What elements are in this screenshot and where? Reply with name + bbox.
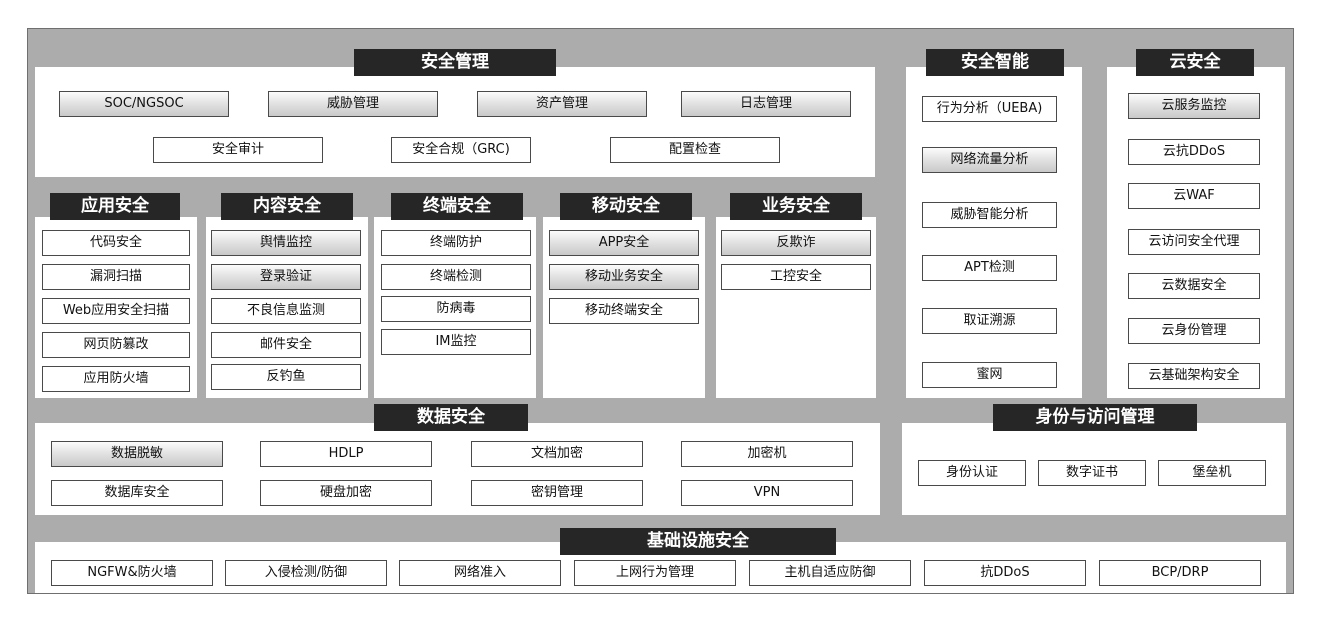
infrastructure-security-item: NGFW&防火墙 <box>51 560 213 586</box>
infrastructure-security-title: 基础设施安全 <box>560 528 836 555</box>
app-security-item: Web应用安全扫描 <box>42 298 190 324</box>
cloud-security-item: 云WAF <box>1128 183 1260 209</box>
app-security-item: 网页防篡改 <box>42 332 190 358</box>
endpoint-security-item: 终端防护 <box>381 230 531 256</box>
cloud-security-item: 云身份管理 <box>1128 318 1260 344</box>
identity-access-item: 堡垒机 <box>1158 460 1266 486</box>
infrastructure-security-item: 入侵检测/防御 <box>225 560 387 586</box>
mobile-security-item: APP安全 <box>549 230 699 256</box>
mobile-security-title: 移动安全 <box>560 193 692 220</box>
security-management-item: 威胁管理 <box>268 91 438 117</box>
security-management-item: SOC/NGSOC <box>59 91 229 117</box>
security-management-item: 配置检查 <box>610 137 780 163</box>
identity-access-item: 身份认证 <box>918 460 1026 486</box>
infrastructure-security-item: 主机自适应防御 <box>749 560 911 586</box>
security-intelligence-item: 威胁智能分析 <box>922 202 1057 228</box>
content-security-item: 反钓鱼 <box>211 364 361 390</box>
security-intelligence-item: APT检测 <box>922 255 1057 281</box>
security-management-item: 安全审计 <box>153 137 323 163</box>
content-security-title: 内容安全 <box>221 193 353 220</box>
security-intelligence-item: 网络流量分析 <box>922 147 1057 173</box>
endpoint-security-title: 终端安全 <box>391 193 523 220</box>
security-management-item: 安全合规（GRC) <box>391 137 531 163</box>
endpoint-security-item: IM监控 <box>381 329 531 355</box>
data-security-item: 硬盘加密 <box>260 480 432 506</box>
app-security-item: 代码安全 <box>42 230 190 256</box>
business-security-title: 业务安全 <box>730 193 862 220</box>
mobile-security-item: 移动业务安全 <box>549 264 699 290</box>
endpoint-security-item: 终端检测 <box>381 264 531 290</box>
security-intelligence-item: 行为分析（UEBA) <box>922 96 1057 122</box>
cloud-security-item: 云数据安全 <box>1128 273 1260 299</box>
infrastructure-security-item: 抗DDoS <box>924 560 1086 586</box>
endpoint-security-item: 防病毒 <box>381 296 531 322</box>
app-security-item: 漏洞扫描 <box>42 264 190 290</box>
app-security-title: 应用安全 <box>50 193 180 220</box>
security-management-title: 安全管理 <box>354 49 556 76</box>
infrastructure-security-item: 网络准入 <box>399 560 561 586</box>
content-security-item: 舆情监控 <box>211 230 361 256</box>
cloud-security-item: 云访问安全代理 <box>1128 229 1260 255</box>
data-security-item: 数据库安全 <box>51 480 223 506</box>
content-security-item: 不良信息监测 <box>211 298 361 324</box>
cloud-security-title: 云安全 <box>1136 49 1254 76</box>
cloud-security-item: 云基础架构安全 <box>1128 363 1260 389</box>
business-security-item: 反欺诈 <box>721 230 871 256</box>
cloud-security-item: 云服务监控 <box>1128 93 1260 119</box>
security-architecture-diagram: 安全管理 SOC/NGSOC 威胁管理 资产管理 日志管理 安全审计 安全合规（… <box>27 28 1294 594</box>
security-intelligence-item: 取证溯源 <box>922 308 1057 334</box>
infrastructure-security-item: 上网行为管理 <box>574 560 736 586</box>
data-security-item: 密钥管理 <box>471 480 643 506</box>
content-security-item: 邮件安全 <box>211 332 361 358</box>
mobile-security-item: 移动终端安全 <box>549 298 699 324</box>
security-intelligence-title: 安全智能 <box>926 49 1064 76</box>
data-security-item: 数据脱敏 <box>51 441 223 467</box>
identity-access-item: 数字证书 <box>1038 460 1146 486</box>
data-security-item: 加密机 <box>681 441 853 467</box>
infrastructure-security-item: BCP/DRP <box>1099 560 1261 586</box>
data-security-item: HDLP <box>260 441 432 467</box>
identity-access-title: 身份与访问管理 <box>993 404 1197 431</box>
cloud-security-item: 云抗DDoS <box>1128 139 1260 165</box>
data-security-item: VPN <box>681 480 853 506</box>
data-security-item: 文档加密 <box>471 441 643 467</box>
content-security-item: 登录验证 <box>211 264 361 290</box>
data-security-title: 数据安全 <box>374 404 528 431</box>
security-intelligence-item: 蜜网 <box>922 362 1057 388</box>
security-management-item: 日志管理 <box>681 91 851 117</box>
security-management-item: 资产管理 <box>477 91 647 117</box>
app-security-item: 应用防火墙 <box>42 366 190 392</box>
business-security-item: 工控安全 <box>721 264 871 290</box>
